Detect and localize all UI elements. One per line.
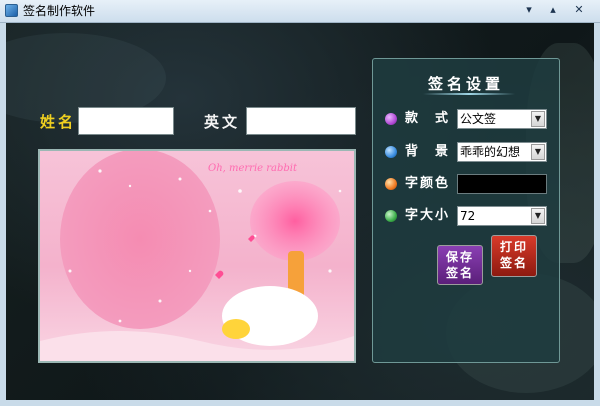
background-select-value: 乖乖的幻想 [460, 145, 521, 159]
client-area: 姓名 英文 Oh, merrie rabbit 签名设置 款 式 公文签 ▼ 背… [6, 23, 594, 400]
preview-illustration: Oh, merrie rabbit [40, 151, 354, 361]
green-bullet-icon [385, 210, 397, 222]
print-signature-button[interactable]: 打印 签名 [491, 235, 537, 277]
name-label: 姓名 [40, 113, 77, 131]
background-label: 背 景 [405, 144, 451, 159]
watermark-text: Oh, merrie rabbit [208, 163, 298, 174]
ground [40, 331, 354, 361]
style-label: 款 式 [405, 111, 451, 126]
maximize-icon[interactable]: ▴ [542, 2, 564, 18]
english-input[interactable] [246, 107, 356, 135]
settings-panel: 签名设置 款 式 公文签 ▼ 背 景 乖乖的幻想 ▼ 字颜色 字大小 72 ▼ … [372, 58, 560, 363]
title-underline [423, 93, 515, 95]
chevron-down-icon[interactable]: ▼ [531, 111, 545, 127]
signature-preview: Oh, merrie rabbit [38, 149, 356, 363]
blossom-tree [250, 181, 340, 261]
font-color-swatch[interactable] [457, 174, 547, 194]
background-select[interactable]: 乖乖的幻想 ▼ [457, 142, 547, 162]
save-signature-button[interactable]: 保存 签名 [437, 245, 483, 285]
pink-shape [60, 151, 220, 329]
orange-bullet-icon [385, 178, 397, 190]
font-size-label: 字大小 [405, 208, 451, 223]
hearts [215, 235, 255, 279]
window-title: 签名制作软件 [23, 4, 96, 18]
title-bar[interactable]: 签名制作软件 ▾ ▴ ✕ [0, 0, 600, 23]
style-select-value: 公文签 [460, 112, 497, 126]
close-icon[interactable]: ✕ [568, 2, 590, 18]
blue-bullet-icon [385, 146, 397, 158]
app-icon [5, 4, 18, 17]
settings-title: 签名设置 [427, 75, 504, 93]
app-window: 签名制作软件 ▾ ▴ ✕ 姓名 英文 Oh, merrie rabbit 签名设… [0, 0, 600, 406]
chevron-down-icon[interactable]: ▼ [531, 144, 545, 160]
chick [222, 319, 250, 339]
font-size-select[interactable]: 72 ▼ [457, 206, 547, 226]
purple-bullet-icon [385, 113, 397, 125]
font-size-select-value: 72 [460, 209, 476, 223]
font-color-label: 字颜色 [405, 176, 451, 191]
style-select[interactable]: 公文签 ▼ [457, 109, 547, 129]
english-label: 英文 [204, 113, 241, 131]
chevron-down-icon[interactable]: ▼ [531, 208, 545, 224]
name-input[interactable] [78, 107, 174, 135]
minimize-icon[interactable]: ▾ [518, 2, 540, 18]
